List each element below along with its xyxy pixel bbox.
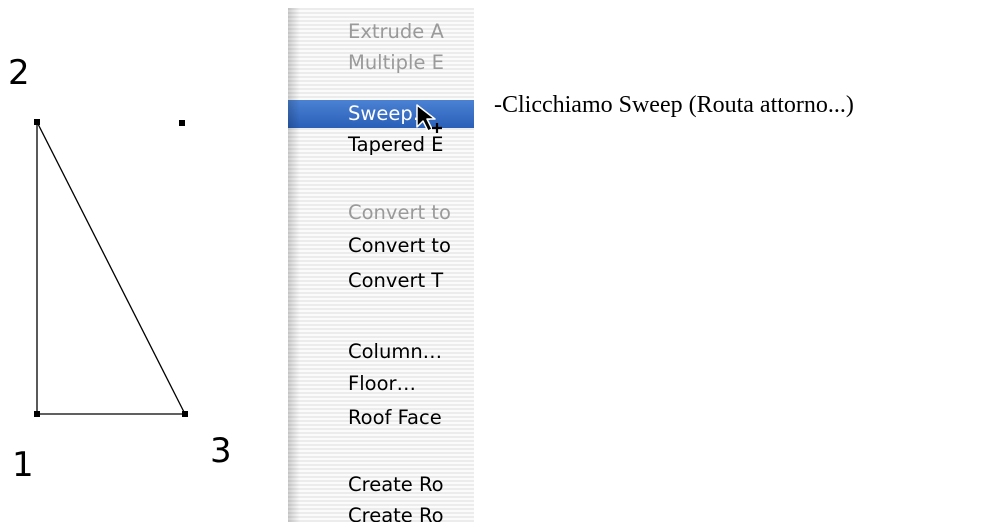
point-label-1: 1	[12, 445, 34, 485]
point-label-2: 2	[8, 53, 30, 93]
triangle-drawing: 2 1 3	[0, 0, 260, 522]
menu-item-floor[interactable]: Floor…	[288, 370, 474, 398]
dropdown-menu: Extrude A Multiple E Sweep… Tapered E Co…	[288, 8, 474, 522]
menu-edge-shadow	[288, 8, 300, 522]
sweep-center-point[interactable]	[179, 120, 185, 126]
mouse-pointer-icon	[416, 104, 442, 133]
menu-item-multiple-extrude[interactable]: Multiple E	[288, 49, 474, 77]
instruction-caption: -Clicchiamo Sweep (Routa attorno...)	[494, 92, 854, 118]
menu-item-convert-to-1[interactable]: Convert to	[288, 199, 474, 227]
menu-item-convert-t[interactable]: Convert T	[288, 267, 474, 295]
vertex-3-handle[interactable]	[182, 411, 188, 417]
vertex-1-handle[interactable]	[34, 411, 40, 417]
menu-item-roof-face[interactable]: Roof Face	[288, 404, 474, 432]
menu-item-convert-to-2[interactable]: Convert to	[288, 232, 474, 260]
menu-item-create-roof-2[interactable]: Create Ro	[288, 502, 474, 522]
edge-2-3	[36, 121, 186, 415]
vertex-2-handle[interactable]	[34, 119, 40, 125]
menu-item-create-roof-1[interactable]: Create Ro	[288, 471, 474, 499]
menu-item-column[interactable]: Column…	[288, 338, 474, 366]
point-label-3: 3	[210, 431, 232, 471]
menu-item-extrude-area[interactable]: Extrude A	[288, 18, 474, 46]
